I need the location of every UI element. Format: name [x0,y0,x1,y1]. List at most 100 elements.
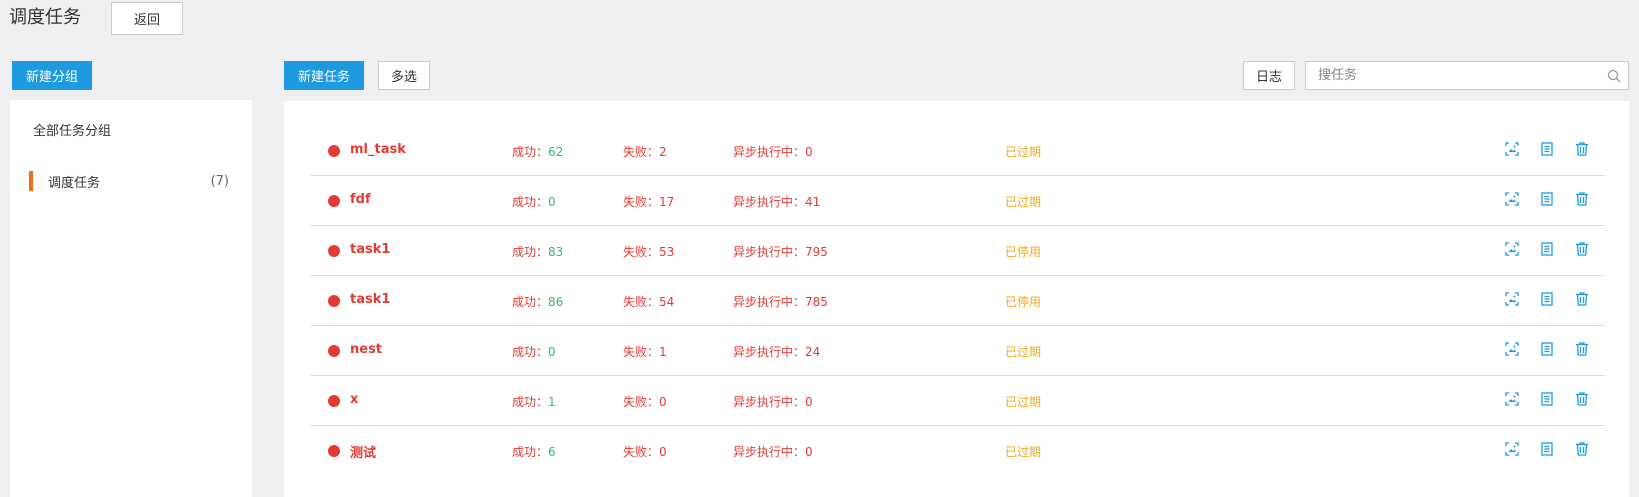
success-count: 成功：86 [512,293,563,310]
image-icon[interactable] [1503,340,1521,358]
search-box [1305,61,1629,90]
fail-count: 失败：17 [623,195,675,209]
trash-icon[interactable] [1573,390,1591,408]
group-count: (7) [210,173,229,189]
multi-select-button[interactable]: 多选 [378,61,430,90]
back-button[interactable]: 返回 [111,2,183,35]
async-count: 异步执行中：24 [733,345,821,359]
task-status: 已停用 [1005,295,1042,309]
task-status: 已过期 [1005,395,1042,409]
success-count: 成功：83 [512,243,563,260]
row-actions [1503,140,1591,158]
status-dot [328,295,340,307]
document-icon[interactable] [1538,240,1556,258]
active-group-marker [29,171,33,191]
success-label: 成功： [512,295,549,309]
task-name[interactable]: nest [350,342,382,357]
trash-icon[interactable] [1573,190,1591,208]
success-value: 86 [548,295,564,309]
document-icon[interactable] [1538,340,1556,358]
fail-count: 失败：53 [623,245,675,259]
success-label: 成功： [512,195,549,209]
document-icon[interactable] [1538,140,1556,158]
task-row: task1 成功：86 失败：54 异步执行中：785 已停用 [310,276,1605,326]
status-dot [328,395,340,407]
success-count: 成功：62 [512,143,563,160]
new-group-button[interactable]: 新建分组 [12,61,92,90]
status-dot [328,245,340,257]
success-count: 成功：0 [512,343,556,360]
status-dot [328,195,340,207]
task-name[interactable]: task1 [350,242,390,257]
async-count: 异步执行中：0 [733,395,813,409]
success-value: 6 [548,445,556,459]
success-value: 83 [548,245,564,259]
image-icon[interactable] [1503,190,1521,208]
task-name[interactable]: ml_task [350,142,406,157]
group-item[interactable]: 调度任务 (7) [29,170,239,192]
async-count: 异步执行中：0 [733,445,813,459]
success-value: 1 [548,395,556,409]
row-actions [1503,440,1591,458]
page-title: 调度任务 [9,7,81,28]
task-row: 测试 成功：6 失败：0 异步执行中：0 已过期 [310,426,1605,476]
row-actions [1503,390,1591,408]
task-status: 已停用 [1005,245,1042,259]
task-name[interactable]: x [350,392,358,407]
row-actions [1503,340,1591,358]
image-icon[interactable] [1503,440,1521,458]
trash-icon[interactable] [1573,440,1591,458]
task-row: nest 成功：0 失败：1 异步执行中：24 已过期 [310,326,1605,376]
status-dot [328,445,340,457]
async-count: 异步执行中：0 [733,145,813,159]
task-row: task1 成功：83 失败：53 异步执行中：795 已停用 [310,226,1605,276]
document-icon[interactable] [1538,390,1556,408]
task-row: fdf 成功：0 失败：17 异步执行中：41 已过期 [310,176,1605,226]
task-status: 已过期 [1005,345,1042,359]
status-dot [328,345,340,357]
success-value: 0 [548,345,556,359]
async-count: 异步执行中：41 [733,195,821,209]
row-actions [1503,240,1591,258]
image-icon[interactable] [1503,140,1521,158]
row-actions [1503,290,1591,308]
log-button[interactable]: 日志 [1243,61,1295,90]
group-name: 调度任务 [48,175,101,191]
task-name[interactable]: task1 [350,292,390,307]
search-icon[interactable] [1600,62,1628,90]
image-icon[interactable] [1503,390,1521,408]
all-groups-item[interactable]: 全部任务分组 [33,120,111,139]
image-icon[interactable] [1503,290,1521,308]
success-label: 成功： [512,245,549,259]
fail-count: 失败：0 [623,395,667,409]
success-count: 成功：1 [512,393,556,410]
trash-icon[interactable] [1573,240,1591,258]
task-list: ml_task 成功：62 失败：2 异步执行中：0 已过期 fdf 成功：0 … [310,126,1605,476]
row-actions [1503,190,1591,208]
task-row: x 成功：1 失败：0 异步执行中：0 已过期 [310,376,1605,426]
new-task-button[interactable]: 新建任务 [284,61,364,90]
success-count: 成功：6 [512,443,556,460]
document-icon[interactable] [1538,190,1556,208]
success-label: 成功： [512,445,549,459]
task-status: 已过期 [1005,445,1042,459]
fail-count: 失败：2 [623,145,667,159]
document-icon[interactable] [1538,290,1556,308]
group-sidebar: 全部任务分组 调度任务 (7) [10,100,252,497]
task-status: 已过期 [1005,195,1042,209]
task-panel: ml_task 成功：62 失败：2 异步执行中：0 已过期 fdf 成功：0 … [284,101,1629,497]
trash-icon[interactable] [1573,290,1591,308]
success-value: 0 [548,195,556,209]
trash-icon[interactable] [1573,140,1591,158]
document-icon[interactable] [1538,440,1556,458]
success-count: 成功：0 [512,193,556,210]
task-name[interactable]: 测试 [350,442,376,461]
fail-count: 失败：54 [623,295,675,309]
trash-icon[interactable] [1573,340,1591,358]
image-icon[interactable] [1503,240,1521,258]
search-input[interactable] [1306,62,1600,89]
fail-count: 失败：0 [623,445,667,459]
task-status: 已过期 [1005,145,1042,159]
task-row: ml_task 成功：62 失败：2 异步执行中：0 已过期 [310,126,1605,176]
task-name[interactable]: fdf [350,192,371,207]
